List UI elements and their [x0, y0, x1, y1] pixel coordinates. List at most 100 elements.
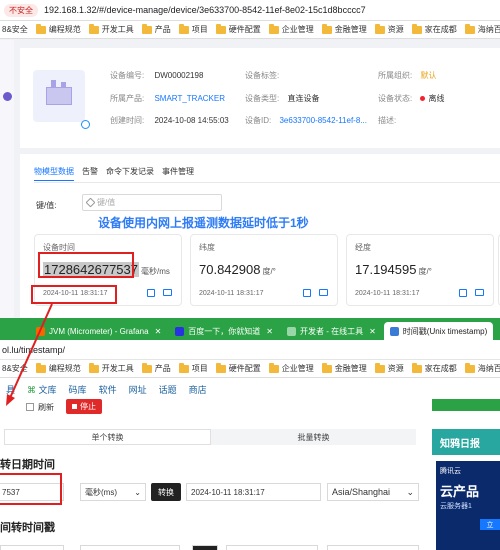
- timezone-select[interactable]: Asia/Shanghai ⌄: [327, 483, 419, 501]
- left-sidebar: [0, 40, 14, 318]
- kv-search-input[interactable]: 键/值: [82, 194, 222, 211]
- id-value[interactable]: 3e633700-8542-11ef-8...: [279, 116, 366, 125]
- devtools-icon: [286, 326, 296, 336]
- history-icon[interactable]: [303, 289, 311, 297]
- bookmark-item[interactable]: 海纳百川: [464, 362, 500, 374]
- tencent-cloud-ad[interactable]: 腾讯云 云产品 云服务器1 立: [436, 461, 500, 550]
- device-image: [33, 70, 85, 122]
- insecure-badge[interactable]: 不安全: [4, 3, 38, 17]
- tab-dev-tools[interactable]: 开发者 - 在线工具 ✕: [281, 322, 382, 340]
- bookmark-label: 开发工具: [101, 25, 134, 34]
- result-field[interactable]: 2024-10-11 18:31:17: [186, 483, 321, 501]
- url-text[interactable]: ol.lu/timestamp/: [2, 345, 65, 355]
- bookmark-item[interactable]: 金融管理: [321, 362, 367, 374]
- result-field-2[interactable]: [226, 545, 318, 550]
- highlight-box-input: [0, 473, 62, 505]
- product-link[interactable]: SMART_TRACKER: [154, 94, 225, 103]
- chart-icon[interactable]: [163, 289, 172, 296]
- timestamp-converter: 刷新 停止 单个转换 批量转换 转日期时间 7537 毫秒(ms) ⌄ 转换 20…: [0, 399, 428, 550]
- address-bar[interactable]: ol.lu/timestamp/: [0, 340, 500, 360]
- folder-icon: [215, 362, 226, 373]
- data-tabs: 物模型数据 告警 命令下发记录 事件管理: [34, 166, 194, 181]
- tab-command-log[interactable]: 命令下发记录: [106, 166, 154, 181]
- folder-icon: [178, 362, 189, 373]
- bookmark-item[interactable]: 产品: [141, 23, 171, 35]
- bookmark-label: 资源: [387, 25, 404, 34]
- nav-item-sites[interactable]: 网址: [129, 383, 147, 396]
- tab-batch-convert[interactable]: 批量转换: [211, 429, 416, 445]
- tab-alarm[interactable]: 告警: [82, 166, 98, 181]
- bookmark-item[interactable]: 硬件配置: [215, 23, 261, 35]
- bookmark-item[interactable]: 项目: [178, 362, 208, 374]
- datetime-input[interactable]: [0, 545, 64, 550]
- bookmark-item[interactable]: 8&安全: [2, 24, 28, 35]
- stop-button[interactable]: 停止: [66, 399, 102, 414]
- folder-icon: [35, 362, 46, 373]
- bookmark-item[interactable]: 项目: [178, 23, 208, 35]
- nav-item-topics[interactable]: 话题: [159, 383, 177, 396]
- edit-image-icon[interactable]: [81, 120, 90, 129]
- site-nav: 具 ⌘ 文库 码库 软件 网址 话题 商店: [0, 379, 430, 399]
- close-icon[interactable]: ✕: [369, 327, 376, 336]
- menu-dot-icon[interactable]: [3, 92, 12, 101]
- kv-placeholder: 键/值: [97, 198, 116, 207]
- tab-single-convert[interactable]: 单个转换: [4, 429, 211, 445]
- bookmark-item[interactable]: 金融管理: [321, 23, 367, 35]
- bookmark-item[interactable]: 海纳百川: [464, 23, 500, 35]
- tab-baidu[interactable]: 百度一下，你就知道 ✕: [169, 322, 279, 340]
- ad-cta-button[interactable]: 立: [480, 519, 500, 530]
- metric-card-longitude: 经度 17.194595 度/° 2024-10-11 18:31:17: [346, 234, 494, 306]
- address-bar[interactable]: 不安全 192.168.1.32/#/device-manage/device/…: [0, 0, 500, 21]
- bookmark-label: 项目: [191, 25, 208, 34]
- bookmark-item[interactable]: 企业管理: [268, 23, 314, 35]
- datetime-picker[interactable]: [80, 545, 180, 550]
- folder-icon: [141, 362, 152, 373]
- tab-label: 时间戳(Unix timestamp): [402, 326, 488, 336]
- bookmark-item[interactable]: 企业管理: [268, 362, 314, 374]
- bookmark-item[interactable]: 硬件配置: [215, 362, 261, 374]
- refresh-checkbox[interactable]: [26, 403, 34, 411]
- nav-item-store[interactable]: 商店: [189, 383, 207, 396]
- chevron-down-icon: ⌄: [134, 487, 141, 497]
- bookmark-item[interactable]: 编程规范: [35, 362, 81, 374]
- folder-icon: [321, 362, 332, 373]
- tab-timestamp[interactable]: 时间戳(Unix timestamp): [383, 322, 494, 340]
- nav-item-tools[interactable]: 具: [6, 383, 15, 396]
- nav-item-wenku[interactable]: ⌘ 文库: [27, 383, 57, 396]
- history-icon[interactable]: [147, 289, 155, 297]
- history-icon[interactable]: [459, 289, 467, 297]
- bookmark-label: 海纳百川: [477, 25, 500, 34]
- unit-select[interactable]: 毫秒(ms) ⌄: [80, 483, 146, 501]
- bookmark-item[interactable]: 家在成都: [411, 23, 457, 35]
- close-icon[interactable]: ✕: [266, 327, 273, 336]
- nav-item-code[interactable]: 码库: [69, 383, 87, 396]
- bookmark-item[interactable]: 资源: [374, 23, 404, 35]
- chart-icon[interactable]: [319, 289, 328, 296]
- tab-events[interactable]: 事件管理: [162, 166, 194, 181]
- tab-grafana[interactable]: JVM (Micrometer) - Grafana ✕: [30, 322, 167, 340]
- close-icon[interactable]: ✕: [155, 327, 162, 336]
- convert-button[interactable]: 转换: [151, 483, 181, 501]
- folder-icon: [215, 23, 226, 34]
- bookmark-item[interactable]: 资源: [374, 362, 404, 374]
- leaf-icon: ⌘: [27, 384, 37, 395]
- bookmark-item[interactable]: 产品: [141, 362, 171, 374]
- bookmark-item[interactable]: 8&安全: [2, 363, 28, 374]
- status-label: 设备状态:: [378, 94, 413, 103]
- bookmark-item[interactable]: 开发工具: [88, 362, 134, 374]
- tab-model-data[interactable]: 物模型数据: [34, 166, 74, 181]
- metric-unit: 度/°: [262, 267, 276, 276]
- zhihu-daily-banner[interactable]: 知鸦日报: [432, 429, 500, 455]
- convert-button-2[interactable]: [192, 545, 218, 550]
- bookmark-label: 资源: [387, 364, 404, 373]
- bookmark-label: 硬件配置: [228, 364, 261, 373]
- nav-item-software[interactable]: 软件: [99, 383, 117, 396]
- url-text[interactable]: 192.168.1.32/#/device-manage/device/3e63…: [44, 5, 366, 15]
- chart-icon[interactable]: [475, 289, 484, 296]
- tab-label: 百度一下，你就知道: [188, 326, 261, 336]
- bookmark-item[interactable]: 家在成都: [411, 362, 457, 374]
- metric-unit: 毫秒/ms: [141, 267, 170, 276]
- bookmark-item[interactable]: 开发工具: [88, 23, 134, 35]
- bookmark-item[interactable]: 编程规范: [35, 23, 81, 35]
- unit-select-2[interactable]: [327, 545, 419, 550]
